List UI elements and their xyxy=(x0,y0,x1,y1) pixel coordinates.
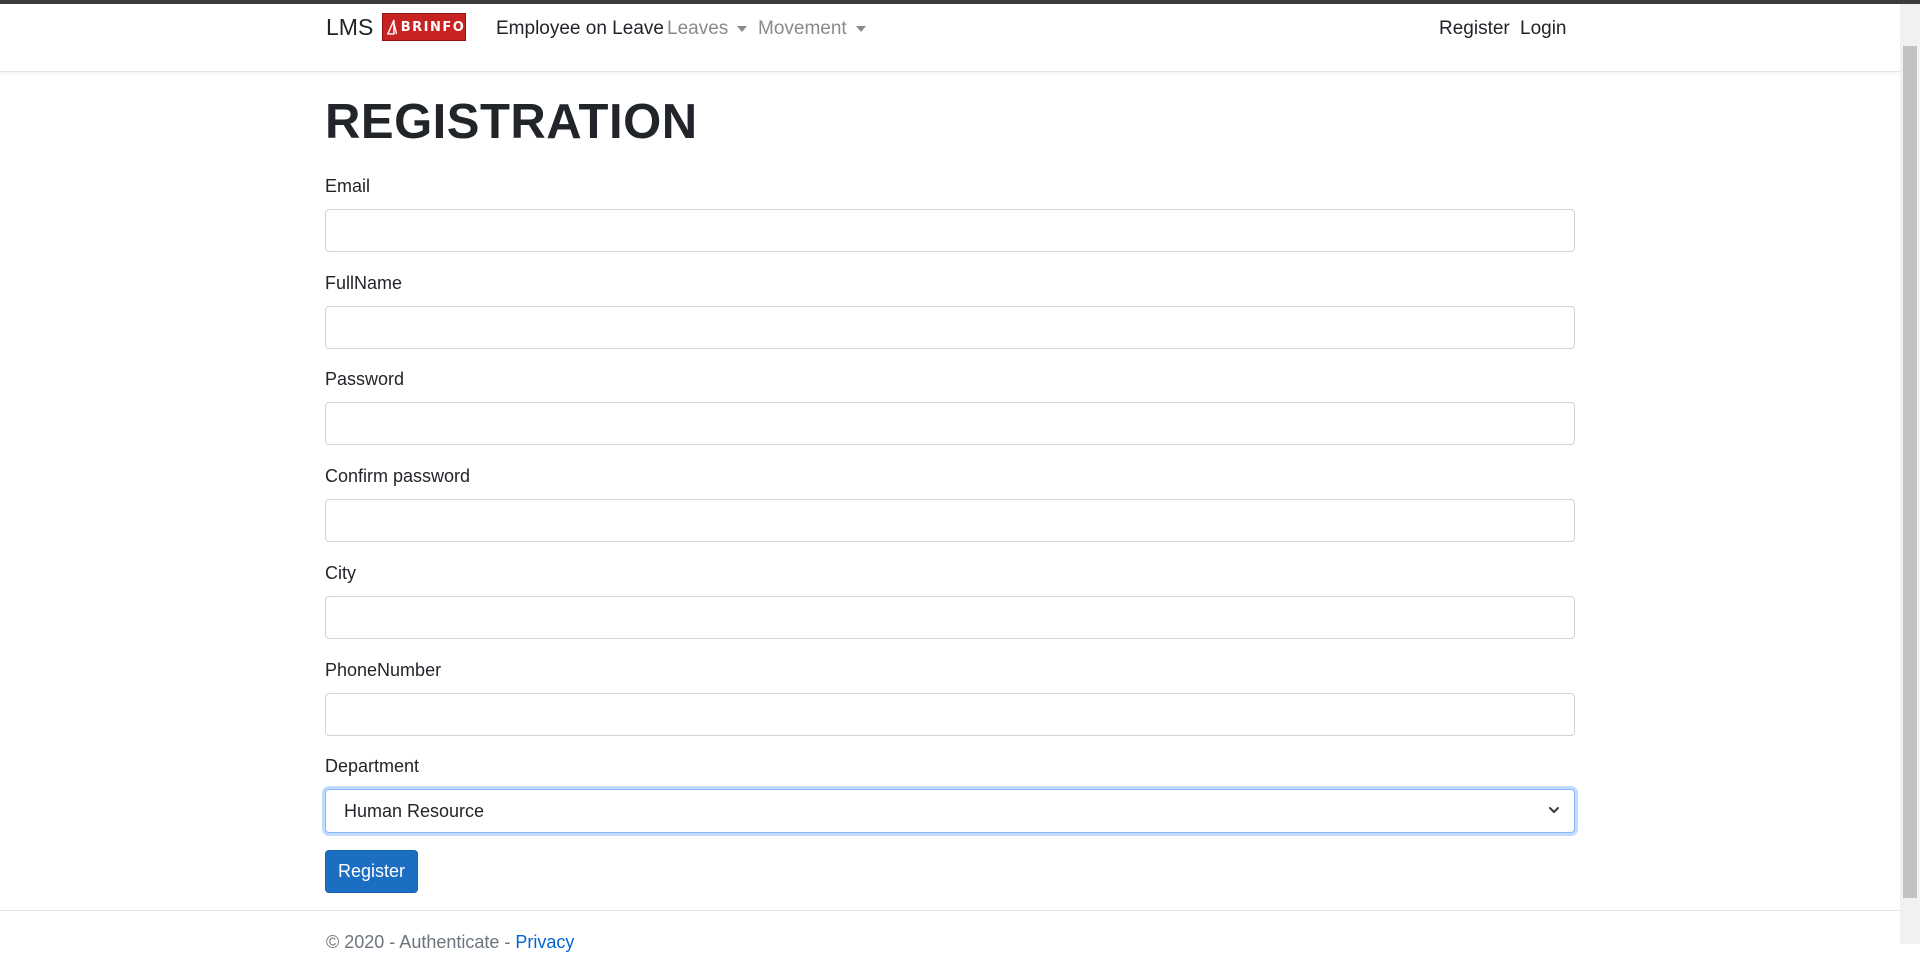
nav-leaves-dropdown[interactable]: Leaves xyxy=(667,18,748,40)
page-title: REGISTRATION xyxy=(325,95,698,149)
department-selected-value: Human Resource xyxy=(344,800,485,821)
confirm-password-label: Confirm password xyxy=(325,466,471,486)
email-field[interactable] xyxy=(325,209,1575,252)
nav-movement-dropdown[interactable]: Movement xyxy=(758,18,866,40)
nav-register-label: Register xyxy=(1439,18,1510,39)
email-label: Email xyxy=(325,176,371,196)
phone-number-field[interactable] xyxy=(325,693,1575,736)
scrollbar-thumb[interactable] xyxy=(1903,46,1917,898)
top-navbar: LMS BRINFO Employee on Leave Leaves Move… xyxy=(0,4,1900,72)
register-submit-label: Register xyxy=(337,861,406,881)
logo-text: BRINFO xyxy=(400,19,466,35)
brand-link[interactable]: LMS BRINFO xyxy=(326,12,467,42)
register-submit-button[interactable]: Register xyxy=(325,850,418,893)
logo-mark-icon xyxy=(387,19,398,35)
password-field[interactable] xyxy=(325,402,1575,445)
chevron-down-icon xyxy=(1549,807,1559,813)
caret-down-icon xyxy=(737,26,748,32)
nav-login-link[interactable]: Login xyxy=(1520,18,1567,40)
brinfo-logo: BRINFO xyxy=(382,13,467,41)
phone-number-label: PhoneNumber xyxy=(325,660,442,680)
nav-movement-label: Movement xyxy=(758,18,847,39)
brand-name: LMS xyxy=(326,14,374,40)
nav-leaves-label: Leaves xyxy=(667,18,729,39)
department-select[interactable]: Human Resource xyxy=(325,789,1575,833)
nav-login-label: Login xyxy=(1520,18,1567,39)
page-footer: © 2020 - Authenticate - Privacy xyxy=(326,932,574,953)
vertical-scrollbar[interactable] xyxy=(1900,4,1920,944)
nav-employee-on-leave[interactable]: Employee on Leave xyxy=(496,18,664,40)
confirm-password-field[interactable] xyxy=(325,499,1575,542)
privacy-link[interactable]: Privacy xyxy=(515,932,574,952)
nav-employee-on-leave-label: Employee on Leave xyxy=(496,18,664,39)
city-field[interactable] xyxy=(325,596,1575,639)
fullname-field[interactable] xyxy=(325,306,1575,349)
caret-down-icon xyxy=(855,26,866,32)
department-label: Department xyxy=(325,756,420,776)
city-label: City xyxy=(325,563,356,583)
fullname-label: FullName xyxy=(325,273,403,293)
footer-copyright: © 2020 - Authenticate - xyxy=(326,932,516,952)
nav-register-link[interactable]: Register xyxy=(1439,18,1510,40)
password-label: Password xyxy=(325,369,405,389)
footer-divider xyxy=(0,910,1900,911)
